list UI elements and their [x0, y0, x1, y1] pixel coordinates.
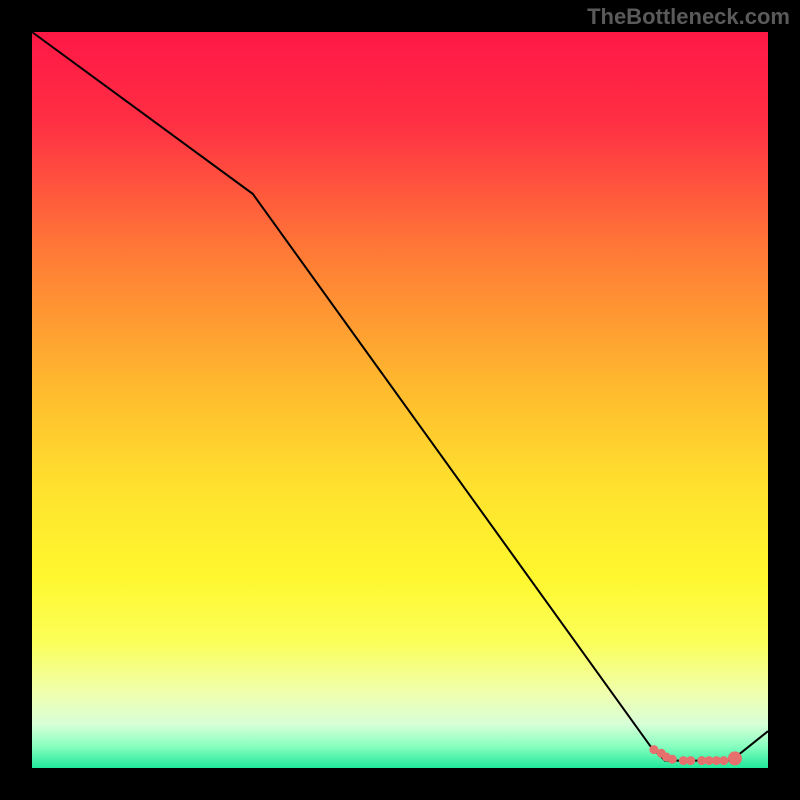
data-marker [686, 756, 695, 765]
bottleneck-chart [0, 0, 800, 800]
data-marker [668, 755, 677, 764]
data-marker [719, 756, 728, 765]
data-marker-highlight [728, 751, 742, 765]
watermark-text: TheBottleneck.com [587, 4, 790, 30]
